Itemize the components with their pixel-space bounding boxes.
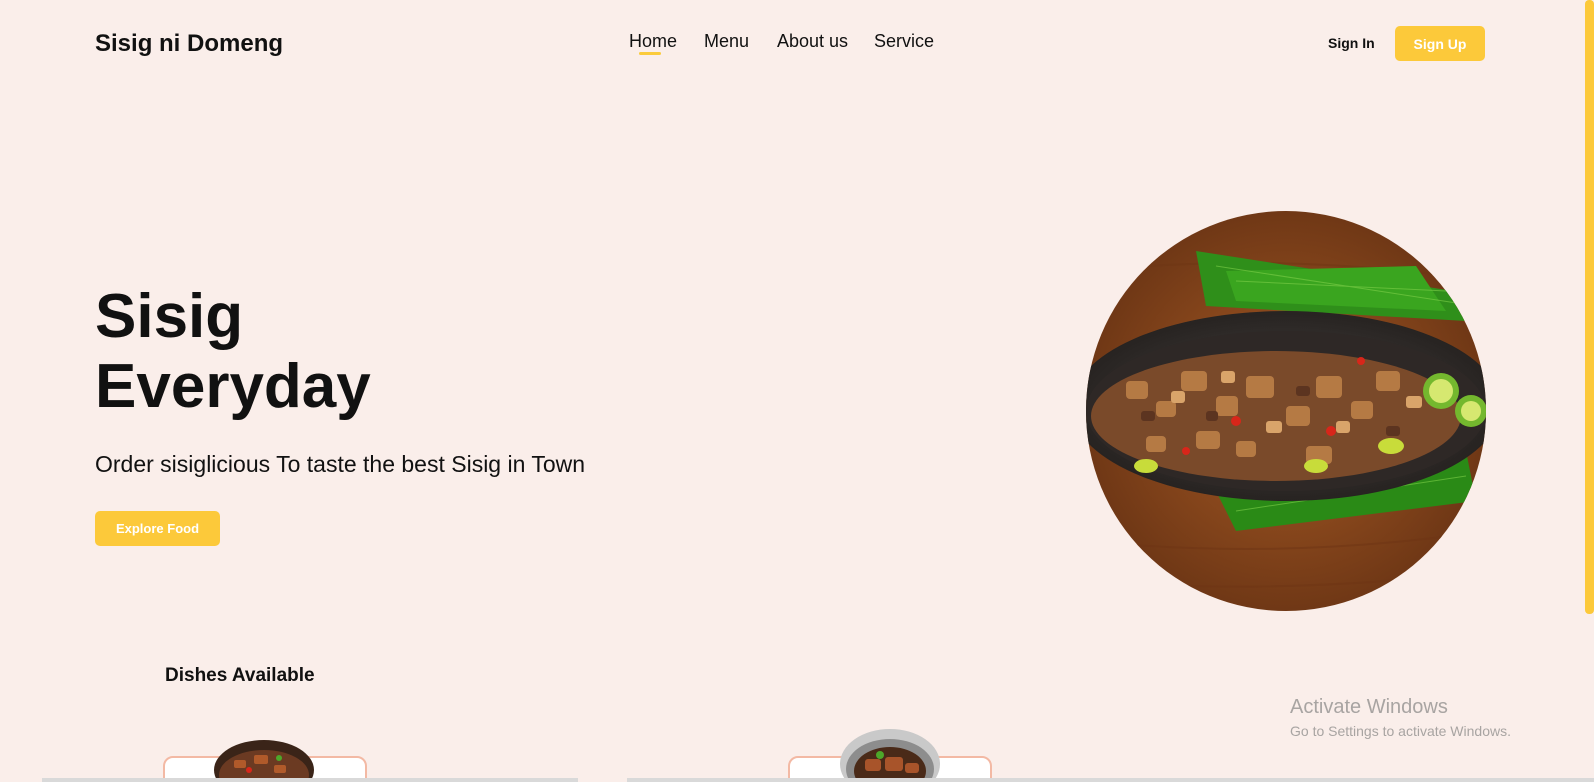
active-nav-indicator bbox=[639, 52, 661, 55]
sisig-plate-illustration bbox=[1086, 211, 1486, 611]
dish-image-1 bbox=[214, 740, 314, 782]
hero-title: Sisig Everyday bbox=[95, 282, 371, 422]
dish-1-illustration bbox=[214, 740, 314, 782]
nav-item-service[interactable]: Service bbox=[874, 31, 934, 52]
hero-title-line-2: Everyday bbox=[95, 352, 371, 421]
page-scrollbar[interactable] bbox=[1585, 0, 1594, 614]
nav-item-about-us[interactable]: About us bbox=[777, 31, 848, 52]
activate-windows-watermark: Activate Windows Go to Settings to activ… bbox=[1290, 696, 1511, 739]
hero-subtitle: Order sisiglicious To taste the best Sis… bbox=[95, 451, 586, 477]
dish-image-2 bbox=[840, 729, 940, 782]
bottom-strip-left bbox=[42, 778, 578, 782]
brand-logo-text[interactable]: Sisig ni Domeng bbox=[95, 30, 283, 58]
dishes-section-title: Dishes Available bbox=[165, 665, 315, 686]
sign-up-button[interactable]: Sign Up bbox=[1395, 26, 1485, 61]
watermark-subtitle: Go to Settings to activate Windows. bbox=[1290, 723, 1511, 739]
sign-in-link[interactable]: Sign In bbox=[1328, 35, 1375, 51]
explore-food-button[interactable]: Explore Food bbox=[95, 511, 220, 546]
hero-title-line-1: Sisig bbox=[95, 282, 244, 351]
watermark-title: Activate Windows bbox=[1290, 696, 1448, 718]
bottom-strip-right bbox=[627, 778, 1594, 782]
page: Sisig ni Domeng Home Menu About us Servi… bbox=[0, 0, 1594, 782]
nav-item-menu[interactable]: Menu bbox=[704, 31, 749, 52]
nav-item-home[interactable]: Home bbox=[629, 31, 677, 52]
hero-sisig-image bbox=[1086, 211, 1486, 611]
dish-2-illustration bbox=[840, 729, 940, 782]
